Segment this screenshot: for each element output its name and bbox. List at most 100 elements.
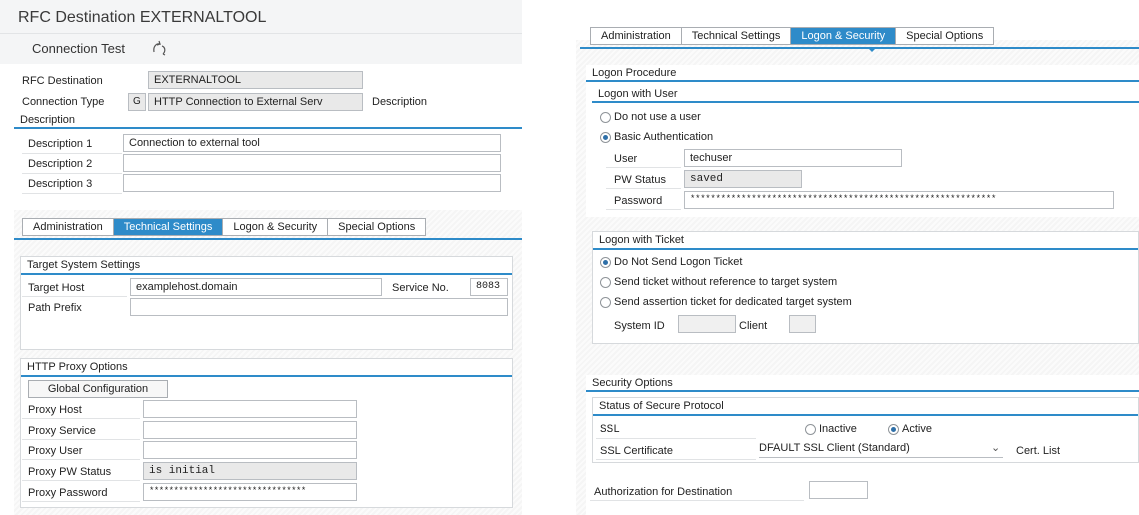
- radio-off-icon: [600, 276, 611, 288]
- description-3-label: Description 3: [28, 178, 93, 190]
- proxy-password-label: Proxy Password: [28, 487, 108, 499]
- do-not-send-ticket-label: Do Not Send Logon Ticket: [614, 256, 743, 268]
- logon-with-user-title: Logon with User: [592, 86, 1139, 103]
- tab-underline: [580, 47, 1139, 49]
- password-field[interactable]: ****************************************…: [684, 191, 1114, 209]
- ssl-label: SSL: [600, 424, 620, 436]
- connection-type-field[interactable]: HTTP Connection to External Serv: [148, 93, 363, 111]
- description-title-text: Description: [20, 114, 76, 126]
- radio-on-icon: [600, 256, 611, 268]
- proxy-options-title: HTTP Proxy Options: [21, 359, 512, 377]
- logon-with-user-text: Logon with User: [598, 88, 678, 100]
- description-2-field[interactable]: [123, 154, 501, 172]
- connection-test-button[interactable]: Connection Test: [32, 41, 125, 56]
- system-id-label: System ID: [614, 320, 665, 332]
- radio-off-icon: [600, 296, 611, 308]
- right-screen: Administration Technical Settings Logon …: [576, 0, 1139, 515]
- logon-ticket-title: Logon with Ticket: [593, 232, 1138, 250]
- proxy-user-label: Proxy User: [28, 445, 83, 457]
- path-prefix-field[interactable]: [130, 298, 508, 316]
- do-not-use-user-radio[interactable]: Do not use a user: [600, 111, 701, 123]
- tab-special-options[interactable]: Special Options: [328, 219, 426, 235]
- user-label: User: [614, 153, 638, 165]
- page-title: RFC Destination EXTERNALTOOL: [18, 9, 267, 26]
- tab-logon-security[interactable]: Logon & Security: [791, 28, 897, 44]
- basic-auth-radio[interactable]: Basic Authentication: [600, 131, 713, 143]
- tab-underline: [14, 238, 522, 240]
- security-options-title: Security Options: [586, 375, 1139, 392]
- security-options-title-text: Security Options: [592, 377, 673, 389]
- send-assertion-label: Send assertion ticket for dedicated targ…: [614, 296, 852, 308]
- send-without-ref-radio[interactable]: Send ticket without reference to target …: [600, 276, 837, 288]
- tab-administration[interactable]: Administration: [23, 219, 114, 235]
- description-section-title: Description: [14, 112, 522, 129]
- target-host-field[interactable]: examplehost.domain: [130, 278, 382, 296]
- description-header-label: Description: [372, 96, 428, 108]
- send-assertion-radio[interactable]: Send assertion ticket for dedicated targ…: [600, 296, 852, 308]
- title-bar: RFC Destination EXTERNALTOOL: [0, 0, 522, 34]
- tab-technical-settings[interactable]: Technical Settings: [113, 219, 224, 235]
- radio-off-icon: [805, 423, 816, 435]
- left-tab-strip: Administration Technical Settings Logon …: [22, 218, 427, 236]
- chevron-down-icon: ⌄: [991, 442, 1001, 454]
- tab-logon-security[interactable]: Logon & Security: [223, 219, 329, 235]
- user-field[interactable]: techuser: [684, 149, 902, 167]
- active-tab-pointer: [867, 47, 877, 52]
- tab-administration[interactable]: Administration: [591, 28, 682, 44]
- basic-auth-label: Basic Authentication: [614, 131, 714, 143]
- description-2-label: Description 2: [28, 158, 93, 170]
- ssl-inactive-label: Inactive: [819, 423, 857, 435]
- description-3-field[interactable]: [123, 174, 501, 192]
- target-system-title: Target System Settings: [21, 257, 512, 275]
- proxy-user-field[interactable]: [143, 441, 357, 459]
- radio-on-icon: [888, 423, 899, 435]
- proxy-host-field[interactable]: [143, 400, 357, 418]
- proxy-host-label: Proxy Host: [28, 404, 82, 416]
- ssl-inactive-radio[interactable]: Inactive: [805, 423, 857, 435]
- radio-on-icon: [600, 131, 611, 143]
- system-id-field[interactable]: [678, 315, 736, 333]
- right-tab-strip: Administration Technical Settings Logon …: [590, 27, 995, 45]
- connection-type-code-field[interactable]: G: [128, 93, 146, 111]
- ssl-active-label: Active: [902, 423, 932, 435]
- ssl-certificate-value: DFAULT SSL Client (Standard): [759, 442, 910, 454]
- send-without-ref-label: Send ticket without reference to target …: [614, 276, 838, 288]
- do-not-send-ticket-radio[interactable]: Do Not Send Logon Ticket: [600, 256, 742, 268]
- service-no-field[interactable]: 8083: [470, 278, 508, 296]
- client-field[interactable]: [789, 315, 816, 333]
- logon-procedure-title-text: Logon Procedure: [592, 67, 677, 79]
- client-label: Client: [739, 320, 768, 332]
- tab-technical-settings[interactable]: Technical Settings: [681, 28, 792, 44]
- target-host-label: Target Host: [28, 282, 85, 294]
- global-configuration-button[interactable]: Global Configuration: [28, 380, 168, 398]
- connection-type-label: Connection Type: [22, 96, 105, 108]
- authorization-field[interactable]: [809, 481, 868, 499]
- proxy-service-label: Proxy Service: [28, 425, 96, 437]
- cert-list-link[interactable]: Cert. List: [1016, 445, 1060, 457]
- left-screen: RFC Destination EXTERNALTOOL Connection …: [0, 0, 522, 515]
- secure-protocol-title: Status of Secure Protocol: [593, 398, 1138, 416]
- authorization-label: Authorization for Destination: [594, 486, 733, 498]
- path-prefix-label: Path Prefix: [28, 302, 82, 314]
- password-label: Password: [614, 195, 663, 207]
- proxy-pw-status-field[interactable]: is initial: [143, 462, 357, 480]
- ssl-active-radio[interactable]: Active: [888, 423, 932, 435]
- logon-procedure-title: Logon Procedure: [586, 65, 1139, 82]
- pw-status-label: PW Status: [614, 174, 666, 186]
- tab-special-options[interactable]: Special Options: [896, 28, 994, 44]
- pw-status-field[interactable]: saved: [684, 170, 802, 188]
- proxy-password-field[interactable]: ********************************: [143, 483, 357, 501]
- description-1-field[interactable]: Connection to external tool: [123, 134, 501, 152]
- rfc-destination-label: RFC Destination: [22, 75, 103, 87]
- service-no-label: Service No.: [392, 282, 449, 294]
- display-change-icon[interactable]: [150, 38, 170, 58]
- toolbar: Connection Test: [0, 34, 522, 64]
- ssl-certificate-label: SSL Certificate: [600, 445, 673, 457]
- ssl-certificate-select[interactable]: DFAULT SSL Client (Standard) ⌄: [759, 440, 1003, 458]
- radio-off-icon: [600, 111, 611, 123]
- rfc-destination-field[interactable]: EXTERNALTOOL: [148, 71, 363, 89]
- proxy-service-field[interactable]: [143, 421, 357, 439]
- proxy-pw-status-label: Proxy PW Status: [28, 466, 112, 478]
- description-1-label: Description 1: [28, 138, 93, 150]
- do-not-use-user-label: Do not use a user: [614, 111, 701, 123]
